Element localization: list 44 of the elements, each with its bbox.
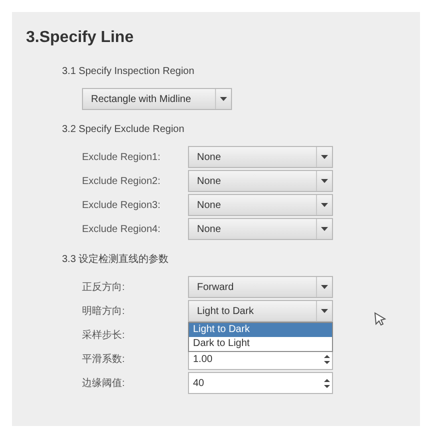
dropdown[interactable]: Forward (188, 276, 333, 298)
number-value: 1.00 (193, 352, 212, 366)
field-label: 边缘阈值: (82, 376, 126, 390)
dropdown-arrow-icon (321, 309, 328, 313)
section-heading: 3.3 设定检测直线的参数 (62, 252, 170, 267)
section-heading: 3.1 Specify Inspection Region (62, 65, 196, 79)
dropdown[interactable]: None (188, 146, 333, 168)
dropdown-value: None (197, 222, 221, 236)
dropdown-value: None (197, 198, 221, 212)
dropdown-value: None (197, 174, 221, 188)
dropdown[interactable]: None (188, 218, 333, 240)
dropdown-option[interactable]: Dark to Light (189, 337, 332, 351)
dropdown[interactable]: None (188, 194, 333, 216)
dropdown-arrow-icon (321, 227, 328, 231)
number-field[interactable]: 40 (188, 372, 333, 394)
dropdown-arrow-icon (321, 285, 328, 289)
field-label: Exclude Region2: (82, 174, 162, 188)
dropdown-arrow-icon (321, 203, 328, 207)
up-arrow-icon[interactable] (324, 354, 330, 358)
page-title: 3.Specify Line (26, 28, 135, 48)
dropdown-arrow-icon (321, 155, 328, 159)
mouse-cursor-icon (374, 312, 386, 326)
field-label: 采样步长: (82, 328, 126, 342)
field-label: 正反方向: (82, 280, 126, 294)
dropdown-value: None (197, 150, 221, 164)
field-label: 平滑系数: (82, 352, 126, 366)
dropdown[interactable]: Rectangle with Midline (82, 88, 232, 110)
dropdown-value: Forward (197, 280, 234, 294)
field-label: Exclude Region3: (82, 198, 162, 212)
dropdown-arrow-icon (321, 179, 328, 183)
dropdown-value: Rectangle with Midline (91, 92, 192, 106)
dropdown-arrow-icon (220, 97, 227, 101)
field-label: Exclude Region4: (82, 222, 162, 236)
down-arrow-icon[interactable] (324, 384, 330, 388)
dropdown[interactable]: Light to Dark (188, 300, 333, 322)
down-arrow-icon[interactable] (324, 360, 330, 364)
field-label: Exclude Region1: (82, 150, 162, 164)
dropdown-option[interactable]: Light to Dark (189, 323, 332, 337)
section-heading: 3.2 Specify Exclude Region (62, 123, 186, 137)
dropdown-value: Light to Dark (197, 304, 254, 318)
dropdown[interactable]: None (188, 170, 333, 192)
field-label: 明暗方向: (82, 304, 126, 318)
up-arrow-icon[interactable] (324, 378, 330, 382)
number-value: 40 (193, 376, 204, 390)
